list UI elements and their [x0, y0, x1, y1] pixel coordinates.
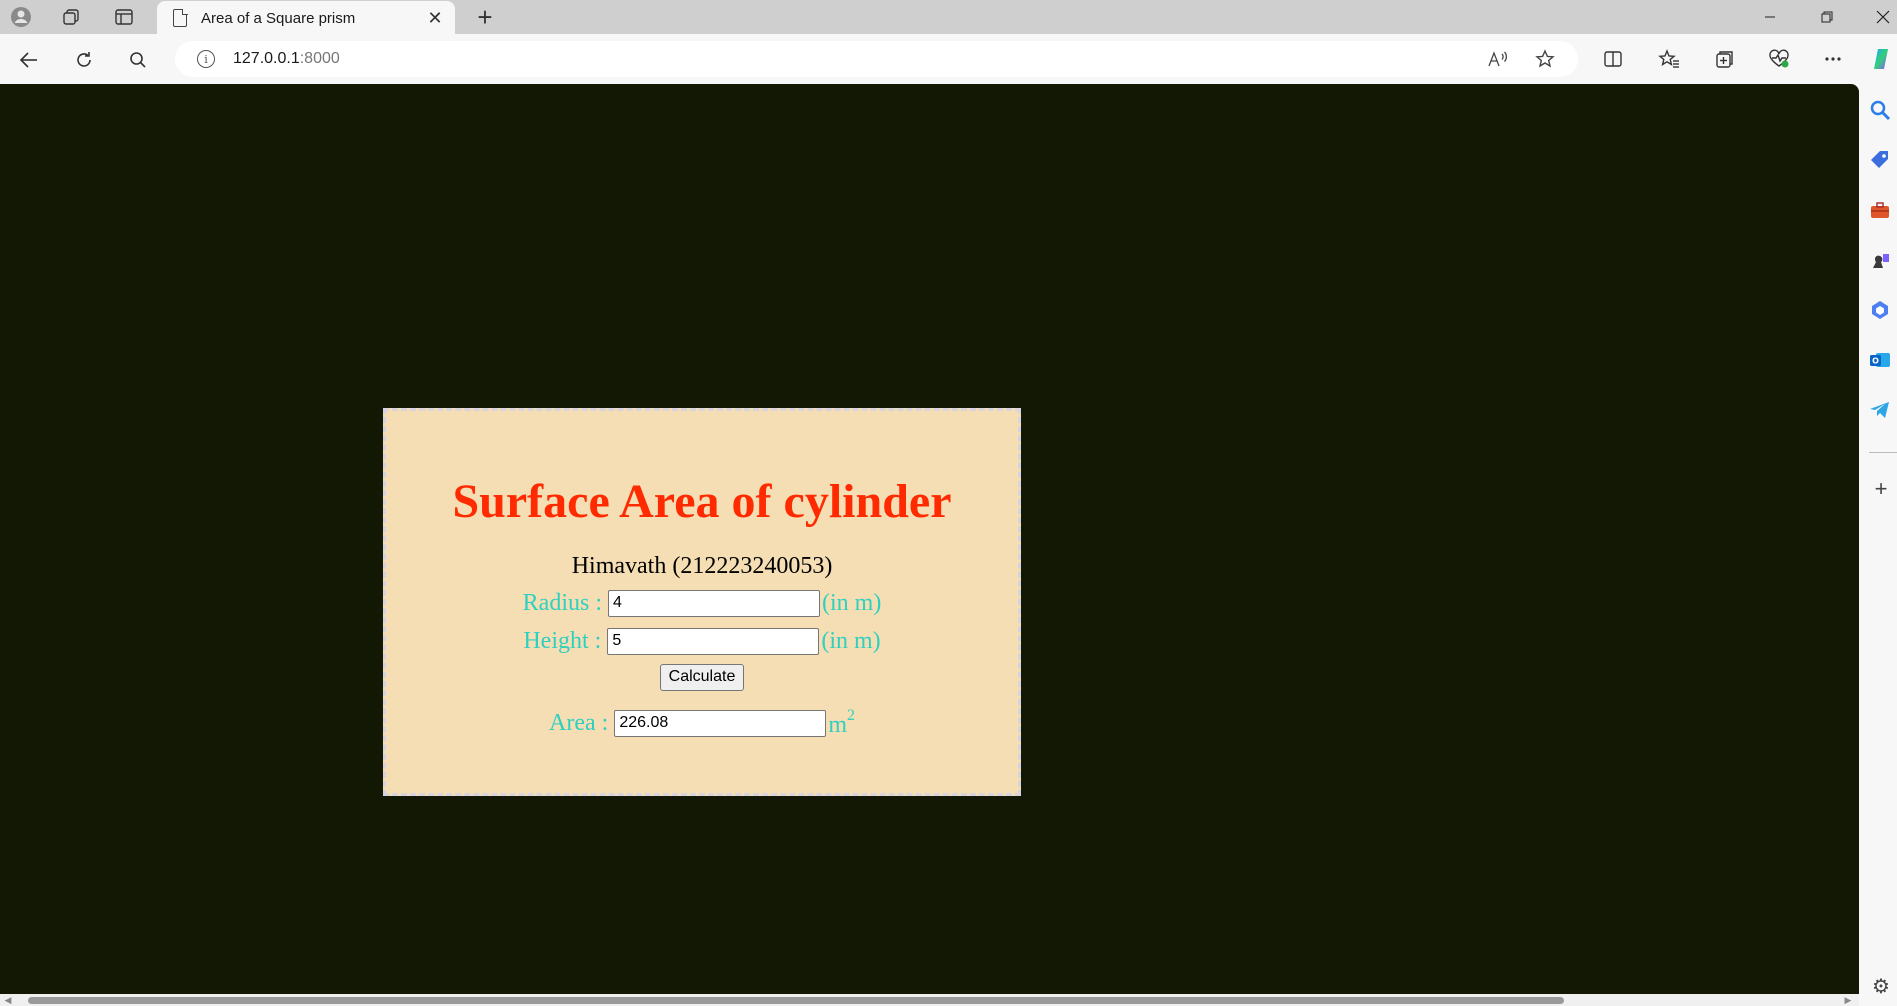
sidebar-divider: [1869, 452, 1897, 453]
shopping-tag-icon[interactable]: [1868, 148, 1892, 172]
page-title: Surface Area of cylinder: [452, 475, 952, 528]
area-output[interactable]: [614, 709, 827, 737]
area-row: Area : m2: [386, 706, 1018, 740]
scroll-right-icon[interactable]: ▶: [1842, 994, 1854, 1006]
author-name: Himavath (212223240053): [571, 553, 833, 579]
new-tab-icon[interactable]: +: [470, 2, 500, 32]
browser-sidebar: O + ⚙: [1859, 84, 1897, 1006]
url-text: 127.0.0.1:8000: [233, 50, 340, 68]
calculate-button[interactable]: Calculate: [659, 663, 745, 691]
search-icon[interactable]: [121, 43, 155, 77]
active-tab[interactable]: Area of a Square prism ✕: [157, 1, 455, 35]
workspaces-icon[interactable]: [54, 5, 88, 29]
collections-icon[interactable]: [1708, 44, 1742, 74]
button-row: Calculate: [386, 662, 1018, 692]
read-aloud-icon[interactable]: [1485, 47, 1511, 71]
area-unit-base: m: [828, 712, 847, 738]
calculator-card: Surface Area of cylinder Himavath (21222…: [383, 408, 1021, 796]
info-icon[interactable]: i: [197, 50, 215, 68]
close-tab-icon[interactable]: ✕: [421, 4, 449, 32]
star-icon[interactable]: [1532, 47, 1558, 71]
horizontal-scrollbar[interactable]: ◀ ▶: [0, 994, 1859, 1006]
close-window-icon[interactable]: [1858, 0, 1897, 34]
restore-icon[interactable]: [1802, 0, 1852, 34]
split-screen-icon[interactable]: [1596, 44, 1630, 74]
radius-input[interactable]: [608, 589, 820, 617]
radius-label: Radius :: [522, 589, 602, 616]
back-arrow-icon[interactable]: [12, 43, 46, 77]
tab-actions-icon[interactable]: [107, 5, 141, 29]
scroll-left-icon[interactable]: ◀: [2, 994, 14, 1006]
url-port: :8000: [299, 50, 340, 67]
page-icon: [173, 8, 188, 27]
telegram-icon[interactable]: [1868, 398, 1892, 422]
scrollbar-thumb[interactable]: [28, 997, 1564, 1004]
radius-row: Radius : (in m): [386, 586, 1018, 620]
height-input[interactable]: [607, 627, 820, 655]
games-icon[interactable]: [1868, 248, 1892, 272]
gear-icon[interactable]: ⚙: [1869, 974, 1893, 998]
area-unit-exponent: 2: [846, 707, 855, 724]
sidebar-search-icon[interactable]: [1868, 98, 1892, 122]
svg-text:O: O: [1872, 357, 1879, 366]
tools-icon[interactable]: [1868, 198, 1892, 222]
add-icon[interactable]: +: [1869, 476, 1893, 501]
url-host: 127.0.0.1: [233, 50, 300, 67]
height-row: Height : (in m): [386, 624, 1018, 658]
minimize-icon[interactable]: [1745, 0, 1795, 34]
microsoft365-icon[interactable]: [1868, 298, 1892, 322]
more-icon[interactable]: [1816, 44, 1850, 74]
area-unit: m2: [828, 707, 855, 739]
height-unit: (in m): [821, 627, 881, 654]
tab-strip: Area of a Square prism ✕ +: [0, 0, 1897, 35]
copilot-icon[interactable]: [1866, 44, 1897, 74]
favorites-icon[interactable]: [1652, 44, 1686, 74]
refresh-icon[interactable]: [67, 43, 101, 77]
outlook-icon[interactable]: O: [1868, 348, 1892, 372]
height-label: Height :: [523, 627, 602, 654]
heart-pulse-icon[interactable]: [1762, 44, 1796, 74]
browser-toolbar: i 127.0.0.1:8000: [0, 34, 1897, 84]
page-viewport: Surface Area of cylinder Himavath (21222…: [0, 84, 1859, 994]
address-bar[interactable]: i 127.0.0.1:8000: [175, 41, 1578, 77]
tab-title: Area of a Square prism: [201, 9, 356, 27]
area-label: Area :: [549, 709, 609, 736]
profile-icon[interactable]: [4, 5, 38, 29]
radius-unit: (in m): [822, 589, 882, 616]
